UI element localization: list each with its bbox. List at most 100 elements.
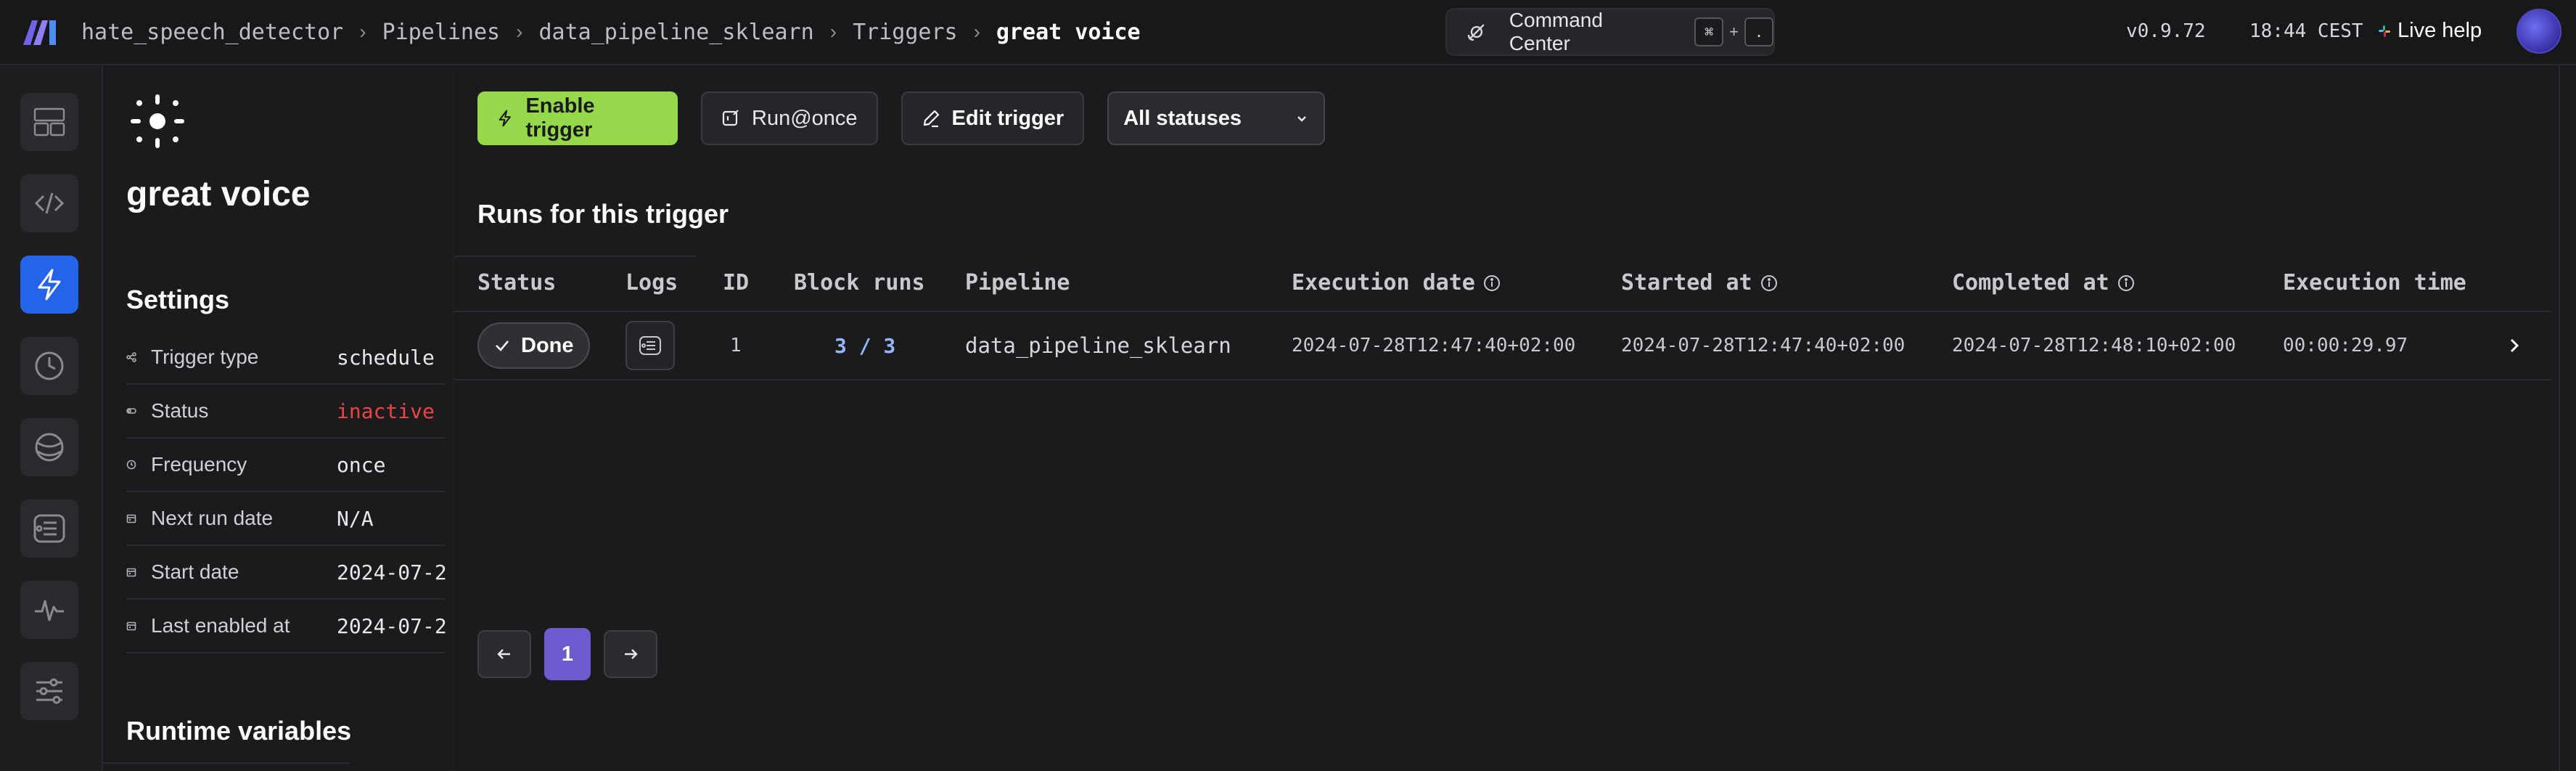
- setting-label: Status: [151, 399, 209, 422]
- col-id: ID: [723, 270, 750, 295]
- kbd-period: .: [1744, 17, 1773, 46]
- setting-row-start-date: Start date 2024-07-2: [126, 546, 446, 600]
- logs-button[interactable]: [625, 321, 675, 370]
- status-done-button[interactable]: Done: [477, 322, 590, 369]
- trigger-toolbar: Enable trigger Run@once Edit trigger All…: [477, 91, 1326, 145]
- trigger-icon: [38, 269, 61, 301]
- share-icon: [126, 351, 138, 363]
- nav-logs[interactable]: [20, 499, 78, 558]
- breadcrumb-triggers[interactable]: Triggers: [853, 20, 958, 45]
- setting-value: once: [337, 452, 386, 477]
- chevron-right-icon: [2510, 338, 2519, 353]
- setting-row-next-run: Next run date N/A: [126, 492, 446, 546]
- logs-icon: [639, 336, 661, 355]
- setting-label: Last enabled at: [151, 614, 290, 637]
- logs-icon: [33, 514, 65, 543]
- enable-trigger-button[interactable]: Enable trigger: [477, 91, 678, 145]
- command-center-label: Command Center: [1509, 9, 1603, 54]
- overview-icon: [33, 107, 65, 136]
- arrow-left-icon: [497, 649, 510, 659]
- nav-settings[interactable]: [20, 662, 78, 720]
- divider: [103, 762, 350, 764]
- breadcrumb-project[interactable]: hate_speech_detector: [81, 20, 343, 45]
- status-badge: inactive: [337, 399, 435, 423]
- info-icon[interactable]: [2117, 274, 2136, 293]
- chevron-right-icon: ›: [829, 20, 837, 43]
- logs-cell: [625, 312, 675, 379]
- row-open-button[interactable]: [2505, 312, 2524, 379]
- info-icon[interactable]: [1482, 274, 1501, 293]
- settings-heading: Settings: [126, 285, 230, 314]
- nav-monitor[interactable]: [20, 581, 78, 639]
- col-execution-date: Execution date: [1292, 270, 1501, 295]
- setting-label: Frequency: [151, 453, 247, 476]
- breadcrumb-pipeline[interactable]: data_pipeline_sklearn: [538, 20, 813, 45]
- next-page-button[interactable]: [604, 630, 657, 678]
- chevron-right-icon: ›: [359, 20, 366, 43]
- schedule-sun-icon: [131, 94, 184, 148]
- calendar-icon: [126, 513, 138, 524]
- clock-label: 18:44 CEST: [2249, 20, 2363, 42]
- main-content: Enable trigger Run@once Edit trigger All…: [454, 65, 2559, 771]
- status-label: Done: [521, 333, 574, 357]
- top-bar: hate_speech_detector › Pipelines › data_…: [0, 0, 2576, 65]
- clock-icon: [35, 351, 64, 380]
- mage-logo-icon[interactable]: [22, 17, 60, 46]
- nav-triggers[interactable]: [20, 256, 78, 314]
- info-icon[interactable]: [1760, 274, 1779, 293]
- breadcrumb: hate_speech_detector › Pipelines › data_…: [81, 0, 1141, 64]
- block-runs-link[interactable]: 3 / 3: [834, 312, 895, 379]
- started-at-cell: 2024-07-28T12:47:40+02:00: [1621, 335, 1906, 356]
- icon-sidebar: [0, 65, 103, 771]
- setting-value: schedule: [337, 345, 435, 370]
- chevron-right-icon: ›: [973, 20, 980, 43]
- nav-code[interactable]: [20, 174, 78, 232]
- completed-at-cell: 2024-07-28T12:48:10+02:00: [1952, 335, 2236, 356]
- breadcrumb-pipelines[interactable]: Pipelines: [382, 20, 501, 45]
- status-filter-select[interactable]: All statuses: [1107, 91, 1326, 145]
- breadcrumb-current: great voice: [996, 19, 1141, 45]
- run-once-icon: [722, 110, 739, 126]
- setting-label: Next run date: [151, 507, 274, 529]
- status-cell: Done: [477, 312, 590, 379]
- command-center-button[interactable]: Command Center ⌘ + .: [1445, 8, 1775, 56]
- backfill-icon: [35, 433, 64, 462]
- setting-value: 2024-07-2: [337, 613, 446, 638]
- kbd-cmd: ⌘: [1694, 17, 1724, 46]
- version-label: v0.9.72: [2126, 20, 2206, 42]
- arrow-right-icon: [625, 649, 638, 659]
- run-once-button[interactable]: Run@once: [701, 91, 878, 145]
- nav-runs[interactable]: [20, 337, 78, 395]
- calendar-icon: [126, 620, 138, 632]
- clock-icon: [126, 459, 138, 470]
- table-row[interactable]: Done 1 3 / 3 data_pipeline_sklearn 2024-…: [454, 312, 2551, 380]
- col-execution-time: Execution time: [2283, 270, 2466, 295]
- settings-icon: [36, 678, 62, 704]
- edit-trigger-button[interactable]: Edit trigger: [901, 91, 1085, 145]
- pagination: 1: [477, 628, 657, 680]
- chevron-down-icon: [1297, 116, 1307, 122]
- prev-page-button[interactable]: [477, 630, 531, 678]
- check-icon: [496, 340, 509, 351]
- setting-label: Trigger type: [151, 346, 259, 368]
- col-block-runs: Block runs: [794, 270, 925, 295]
- page-button-current[interactable]: 1: [544, 628, 591, 680]
- slack-icon: [2379, 25, 2390, 37]
- setting-row-frequency: Frequency once: [126, 438, 446, 492]
- col-pipeline: Pipeline: [965, 270, 1070, 295]
- nav-backfills[interactable]: [20, 418, 78, 476]
- setting-row-trigger-type: Trigger type schedule: [126, 331, 446, 385]
- edit-trigger-label: Edit trigger: [951, 106, 1065, 130]
- setting-label: Start date: [151, 560, 239, 583]
- enable-trigger-label: Enable trigger: [525, 94, 595, 142]
- setting-value: 2024-07-2: [337, 560, 446, 584]
- divider: [454, 256, 697, 257]
- live-help-link[interactable]: Live help: [2377, 19, 2482, 43]
- scrollbar[interactable]: [2559, 65, 2576, 771]
- nav-overview[interactable]: [20, 93, 78, 151]
- avatar[interactable]: [2516, 9, 2561, 54]
- col-completed-at: Completed at: [1952, 270, 2136, 295]
- setting-row-status: Status inactive: [126, 385, 446, 438]
- col-status: Status: [477, 270, 557, 295]
- satellite-icon: [1467, 24, 1485, 41]
